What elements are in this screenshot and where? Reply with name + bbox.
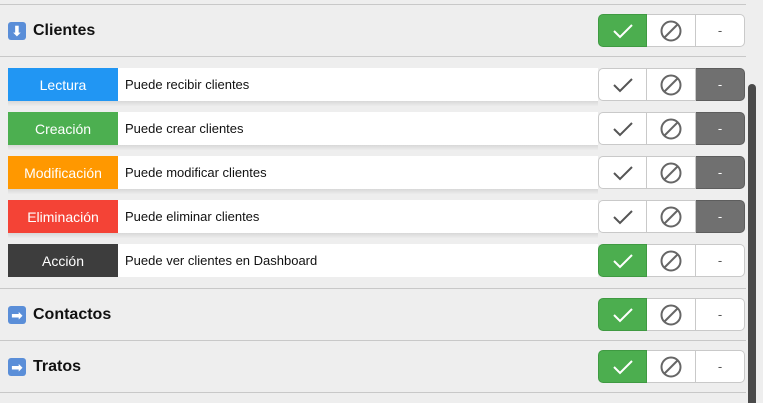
permission-description: Puede ver clientes en Dashboard [118,244,598,277]
allow-button[interactable] [598,244,647,277]
permission-badge: Creación [8,112,118,145]
section-header-contactos[interactable]: ➡ Contactos [8,300,111,330]
permission-toggle-group: - [598,244,745,277]
check-icon [612,121,633,136]
inherit-button[interactable]: - [696,14,745,47]
permission-description: Puede modificar clientes [118,156,598,189]
permission-badge: Eliminación [8,200,118,233]
section-header-tratos[interactable]: ➡ Tratos [8,352,81,382]
inherit-button[interactable]: - [696,68,745,101]
allow-button[interactable] [598,112,647,145]
divider [0,56,746,57]
check-icon [612,77,633,92]
permission-toggle-group: - [598,156,745,189]
inherit-button[interactable]: - [696,200,745,233]
deny-button[interactable] [647,200,696,233]
inherit-label: - [717,307,723,322]
deny-button[interactable] [647,14,696,47]
inherit-label: - [717,165,723,180]
allow-button[interactable] [598,14,647,47]
permission-badge: Lectura [8,68,118,101]
permission-description: Puede recibir clientes [118,68,598,101]
allow-button[interactable] [598,200,647,233]
arrow-right-icon: ➡ [8,358,26,376]
permission-toggle-group: - [598,298,745,331]
section-header-clientes[interactable]: ⬇ Clientes [8,16,95,46]
inherit-label: - [717,209,723,224]
divider [0,340,746,341]
ban-icon [660,250,682,271]
section-title: Contactos [33,306,112,323]
inherit-button[interactable]: - [696,350,745,383]
inherit-label: - [717,77,723,92]
ban-icon [660,118,682,139]
ban-icon [660,20,682,41]
scrollbar[interactable] [748,84,756,403]
ban-icon [660,206,682,227]
deny-button[interactable] [647,156,696,189]
ban-icon [660,162,682,183]
permission-badge: Modificación [8,156,118,189]
check-icon [612,23,633,38]
section-title: Tratos [33,358,82,375]
permission-row-lectura: Lectura Puede recibir clientes [8,68,598,106]
check-icon [612,165,633,180]
check-icon [612,209,633,224]
allow-button[interactable] [598,68,647,101]
divider [0,288,746,289]
inherit-label: - [717,253,723,268]
ban-icon [660,74,682,95]
allow-button[interactable] [598,156,647,189]
allow-button[interactable] [598,298,647,331]
divider [0,392,746,393]
deny-button[interactable] [647,298,696,331]
permission-toggle-group: - [598,350,745,383]
permission-row-modificacion: Modificación Puede modificar clientes [8,156,598,194]
check-icon [612,253,633,268]
deny-button[interactable] [647,244,696,277]
divider [0,4,746,5]
permission-description: Puede eliminar clientes [118,200,598,233]
permission-toggle-group: - [598,112,745,145]
ban-icon [660,356,682,377]
check-icon [612,307,633,322]
deny-button[interactable] [647,112,696,145]
permission-row-creacion: Creación Puede crear clientes [8,112,598,150]
inherit-button[interactable]: - [696,244,745,277]
permission-toggle-group: - [598,68,745,101]
inherit-button[interactable]: - [696,156,745,189]
arrow-right-icon: ➡ [8,306,26,324]
permission-description: Puede crear clientes [118,112,598,145]
inherit-label: - [717,359,723,374]
permission-toggle-group: - [598,14,745,47]
inherit-label: - [717,121,723,136]
ban-icon [660,304,682,325]
deny-button[interactable] [647,68,696,101]
deny-button[interactable] [647,350,696,383]
permission-badge: Acción [8,244,118,277]
inherit-button[interactable]: - [696,112,745,145]
allow-button[interactable] [598,350,647,383]
arrow-down-icon: ⬇ [8,22,26,40]
permission-toggle-group: - [598,200,745,233]
check-icon [612,359,633,374]
section-title: Clientes [33,22,96,39]
permission-row-eliminacion: Eliminación Puede eliminar clientes [8,200,598,238]
permission-row-accion: Acción Puede ver clientes en Dashboard [8,244,598,277]
inherit-button[interactable]: - [696,298,745,331]
inherit-label: - [717,23,723,38]
